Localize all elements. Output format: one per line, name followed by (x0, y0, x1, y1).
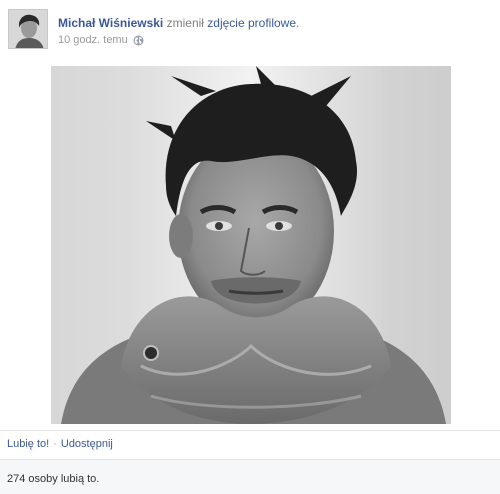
post-timestamp[interactable]: 10 godz. temu (58, 32, 128, 48)
globe-icon[interactable] (133, 35, 144, 46)
likes-count-link[interactable]: 274 osoby lubią to. (7, 473, 99, 485)
portrait-photo-icon (51, 66, 451, 424)
like-link[interactable]: Lubię to! (7, 438, 49, 450)
actions-divider (0, 430, 500, 431)
avatar-image-icon (9, 10, 47, 48)
likes-summary: 274 osoby lubią to. (7, 472, 99, 486)
author-avatar[interactable] (8, 9, 48, 49)
post-meta: 10 godz. temu (58, 32, 488, 48)
profile-photo[interactable] (51, 66, 451, 424)
post-action-text: zmienił (166, 16, 204, 30)
headline-period: . (296, 16, 300, 30)
post-headline: Michał Wiśniewski zmienił zdjęcie profil… (58, 15, 488, 31)
share-link[interactable]: Udostępnij (61, 438, 113, 450)
post-actions-bar: Lubię to! · Udostępnij (7, 437, 113, 451)
post-header-text: Michał Wiśniewski zmienił zdjęcie profil… (58, 15, 488, 48)
author-name-link[interactable]: Michał Wiśniewski (58, 16, 163, 30)
post-header: Michał Wiśniewski zmienił zdjęcie profil… (8, 9, 492, 51)
profile-photo-link[interactable]: zdjęcie profilowe (207, 16, 296, 30)
likes-summary-box: 274 osoby lubią to. (0, 459, 500, 494)
actions-separator: · (53, 438, 57, 450)
